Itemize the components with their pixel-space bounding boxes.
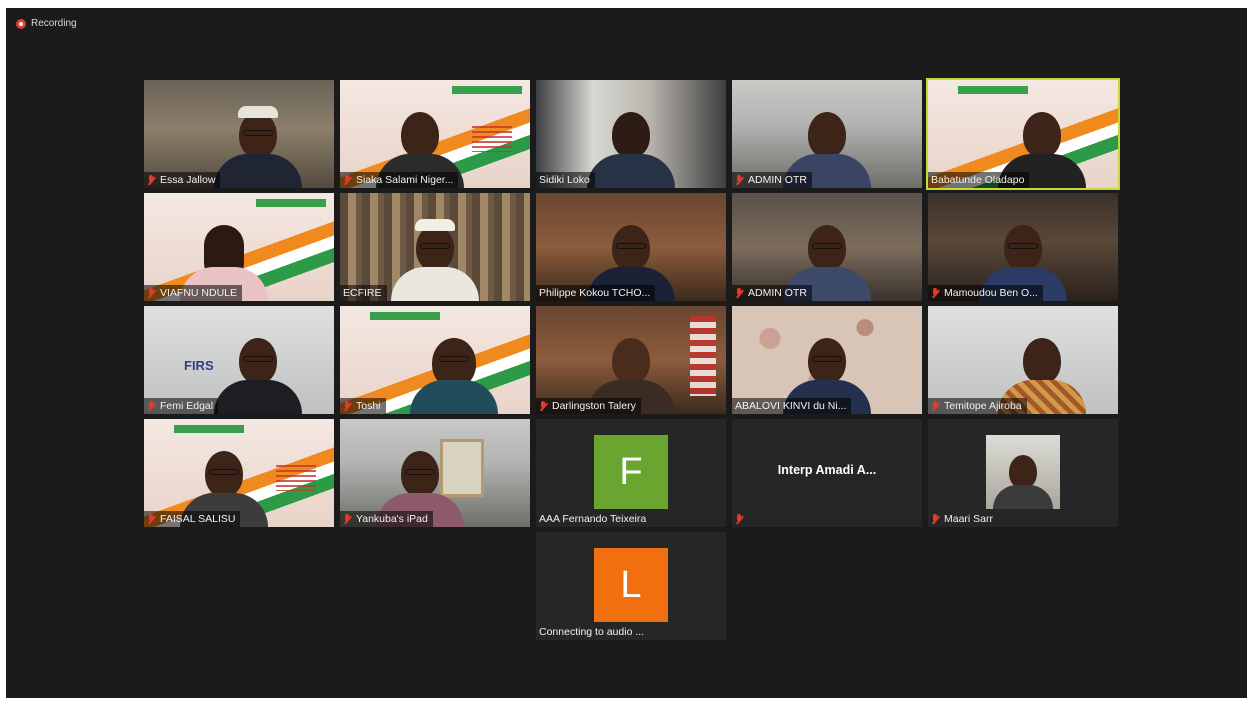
participant-name-bar: ADMIN OTR [732, 172, 812, 188]
participant-name: Connecting to audio ... [539, 626, 645, 638]
participant-name-bar: VIAFNU NDULE [144, 285, 243, 301]
participant-tile[interactable]: L Connecting to audio ... [536, 532, 726, 640]
participant-tile[interactable]: Mamoudou Ben O... [928, 193, 1118, 301]
participant-name-bar: ECFIRE [340, 285, 387, 301]
participant-figure [391, 215, 479, 301]
participant-name: Sidiki Loko [539, 174, 590, 186]
participant-tile[interactable]: Maari Sarr [928, 419, 1118, 527]
participant-name-bar: Temitope Ajiroba [928, 398, 1027, 414]
participant-name: Temitope Ajiroba [944, 400, 1022, 412]
muted-mic-icon [147, 287, 156, 299]
participant-name: VIAFNU NDULE [160, 287, 238, 299]
participant-name: Mamoudou Ben O... [944, 287, 1038, 299]
participant-tile[interactable]: ADMIN OTR [732, 80, 922, 188]
participant-name-bar: Philippe Kokou TCHO... [536, 285, 656, 301]
muted-mic-icon [735, 174, 744, 186]
muted-mic-icon [343, 174, 352, 186]
participant-name-bar: Toshi [340, 398, 386, 414]
participant-name: Essa Jallow [160, 174, 216, 186]
participant-avatar: F [594, 435, 668, 509]
participant-tile[interactable]: Sidiki Loko [536, 80, 726, 188]
participant-name: Yankuba's iPad [356, 513, 428, 525]
participant-tile-active-speaker[interactable]: Babatunde Oladapo [926, 78, 1120, 190]
participant-tile[interactable]: F AAA Fernando Teixeira [536, 419, 726, 527]
recording-indicator[interactable]: Recording [16, 18, 77, 29]
participant-name-bar: Yankuba's iPad [340, 511, 433, 527]
participant-name-bar: Mamoudou Ben O... [928, 285, 1043, 301]
muted-mic-icon [147, 174, 156, 186]
participant-figure [993, 449, 1053, 509]
participant-name: Darlingston Talery [552, 400, 636, 412]
participant-name: ADMIN OTR [748, 287, 807, 299]
participant-name: ECFIRE [343, 287, 382, 299]
muted-mic-icon [147, 513, 156, 525]
participant-name-bar: AAA Fernando Teixeira [536, 511, 651, 527]
participant-tile[interactable]: Darlingston Talery [536, 306, 726, 414]
muted-mic-icon [735, 287, 744, 299]
muted-mic-icon [931, 287, 940, 299]
participant-name-bar: ADMIN OTR [732, 285, 812, 301]
participant-name-bar: Babatunde Oladapo [928, 172, 1030, 188]
participant-name: Babatunde Oladapo [931, 174, 1025, 186]
participant-figure [410, 328, 498, 414]
participant-name: Siaka Salami Niger... [356, 174, 454, 186]
participant-name-bar: Essa Jallow [144, 172, 221, 188]
muted-mic-icon [147, 400, 156, 412]
participant-name-bar: Femi Edgal [144, 398, 219, 414]
participant-name-bar [732, 511, 749, 527]
participant-name: Philippe Kokou TCHO... [539, 287, 651, 299]
firs-wall-sign: FIRS [184, 358, 214, 373]
participant-name-bar: FAISAL SALISU [144, 511, 241, 527]
participant-name-bar: Connecting to audio ... [536, 624, 649, 640]
participant-name-bar: Siaka Salami Niger... [340, 172, 459, 188]
participant-tile[interactable]: FIRS Femi Edgal [144, 306, 334, 414]
participant-video [986, 435, 1060, 509]
participant-tile[interactable]: ADMIN OTR [732, 193, 922, 301]
participant-name: Toshi [356, 400, 381, 412]
participant-name: Maari Sarr [944, 513, 994, 525]
participant-name: Femi Edgal [160, 400, 214, 412]
muted-mic-icon [931, 400, 940, 412]
muted-mic-icon [539, 400, 548, 412]
participant-center-name: Interp Amadi A... [777, 463, 877, 477]
participant-tile[interactable]: Philippe Kokou TCHO... [536, 193, 726, 301]
participant-name-bar: Sidiki Loko [536, 172, 595, 188]
participant-name: ADMIN OTR [748, 174, 807, 186]
participant-name-bar: Darlingston Talery [536, 398, 641, 414]
participant-tile[interactable]: ABALOVI KINVI du Ni... [732, 306, 922, 414]
participant-avatar: L [594, 548, 668, 622]
participant-tile[interactable]: FAISAL SALISU [144, 419, 334, 527]
participant-name-bar: Maari Sarr [928, 511, 998, 527]
recording-dot-icon [16, 18, 26, 29]
muted-mic-icon [343, 513, 352, 525]
participant-tile[interactable]: Essa Jallow [144, 80, 334, 188]
participant-figure [214, 328, 302, 414]
participant-figure [214, 102, 302, 188]
participant-tile[interactable]: Temitope Ajiroba [928, 306, 1118, 414]
participant-name-bar: ABALOVI KINVI du Ni... [732, 398, 852, 414]
participant-name: AAA Fernando Teixeira [539, 513, 647, 525]
participant-tile[interactable]: ECFIRE [340, 193, 530, 301]
muted-mic-icon [343, 400, 352, 412]
participant-tile[interactable]: Siaka Salami Niger... [340, 80, 530, 188]
participant-tile[interactable]: Yankuba's iPad [340, 419, 530, 527]
participant-tile[interactable]: Toshi [340, 306, 530, 414]
participant-name: FAISAL SALISU [160, 513, 236, 525]
zoom-meeting-window: Recording Essa Jallow Siaka Salami Niger… [6, 8, 1247, 698]
muted-mic-icon [931, 513, 940, 525]
muted-mic-icon [735, 513, 744, 525]
participant-name: ABALOVI KINVI du Ni... [735, 400, 847, 412]
participant-tile[interactable]: VIAFNU NDULE [144, 193, 334, 301]
recording-label: Recording [31, 18, 77, 29]
participant-figure [587, 102, 675, 188]
participant-tile[interactable]: Interp Amadi A... [732, 419, 922, 527]
